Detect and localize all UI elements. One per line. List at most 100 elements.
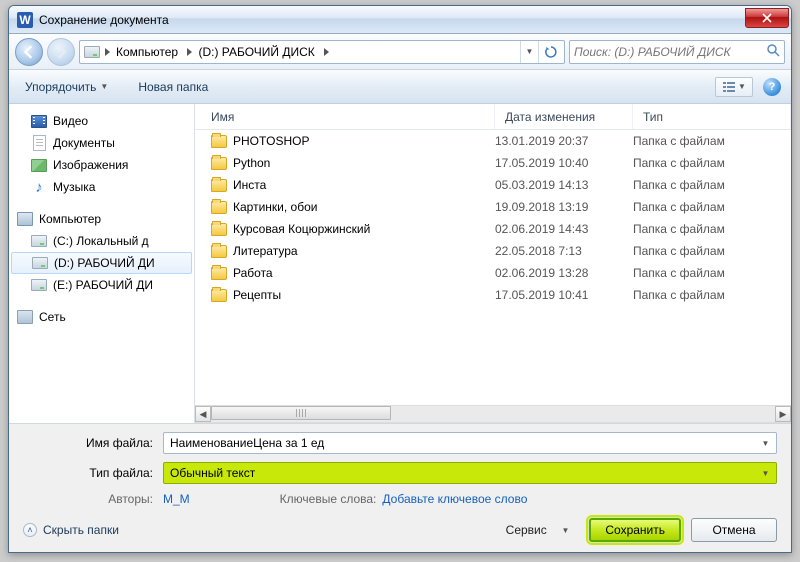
file-type: Папка с файлам: [633, 178, 791, 192]
svg-text:W: W: [19, 13, 31, 27]
search-box[interactable]: [569, 40, 785, 64]
music-icon: ♪: [31, 179, 47, 195]
file-name: Работа: [233, 266, 273, 280]
scroll-track[interactable]: [211, 406, 775, 422]
chevron-up-icon: ˄: [23, 523, 37, 537]
close-button[interactable]: [745, 8, 789, 28]
nav-back-button[interactable]: [15, 38, 43, 66]
save-dialog-window: W Сохранение документа Компьютер (D:) РА…: [8, 5, 792, 553]
file-name: Рецепты: [233, 288, 281, 302]
bottom-panel: Имя файла: НаименованиеЦена за 1 ед ▼ Ти…: [9, 423, 791, 552]
file-type: Папка с файлам: [633, 134, 791, 148]
list-view-icon: [722, 81, 736, 93]
dialog-body: Видео Документы Изображения ♪Музыка Комп…: [9, 104, 791, 423]
column-date-header[interactable]: Дата изменения: [495, 104, 633, 129]
table-row[interactable]: Инста 05.03.2019 14:13 Папка с файлам: [195, 174, 791, 196]
column-type-header[interactable]: Тип: [633, 104, 791, 129]
filename-value: НаименованиеЦена за 1 ед: [170, 436, 324, 450]
filetype-dropdown-icon[interactable]: ▼: [758, 466, 773, 481]
breadcrumb-computer[interactable]: Компьютер: [113, 41, 195, 63]
file-type: Папка с файлам: [633, 200, 791, 214]
hide-folders-button[interactable]: ˄ Скрыть папки: [23, 523, 119, 537]
scroll-thumb[interactable]: [211, 406, 391, 420]
file-date: 17.05.2019 10:41: [495, 288, 633, 302]
sidebar-item-videos[interactable]: Видео: [9, 110, 194, 132]
sidebar-item-pictures[interactable]: Изображения: [9, 154, 194, 176]
new-folder-button[interactable]: Новая папка: [132, 76, 214, 98]
folder-icon: [211, 223, 227, 236]
column-name-header[interactable]: Имя: [195, 104, 495, 129]
address-bar[interactable]: Компьютер (D:) РАБОЧИЙ ДИСК ▼: [79, 40, 565, 64]
sidebar-item-documents[interactable]: Документы: [9, 132, 194, 154]
file-name: Инста: [233, 178, 266, 192]
file-list[interactable]: PHOTOSHOP 13.01.2019 20:37 Папка с файла…: [195, 130, 791, 405]
filetype-label: Тип файла:: [23, 466, 163, 480]
breadcrumb-drive[interactable]: (D:) РАБОЧИЙ ДИСК: [195, 41, 332, 63]
folder-icon: [211, 157, 227, 170]
authors-label: Авторы:: [23, 492, 163, 506]
table-row[interactable]: PHOTOSHOP 13.01.2019 20:37 Папка с файла…: [195, 130, 791, 152]
nav-bar: Компьютер (D:) РАБОЧИЙ ДИСК ▼: [9, 34, 791, 70]
filename-field[interactable]: НаименованиеЦена за 1 ед ▼: [163, 432, 777, 454]
view-options-button[interactable]: ▼: [715, 77, 753, 97]
file-name: Курсовая Коцюржинский: [233, 222, 370, 236]
save-button[interactable]: Сохранить: [589, 518, 681, 542]
authors-value[interactable]: M_M: [163, 492, 190, 506]
file-date: 02.06.2019 13:28: [495, 266, 633, 280]
folder-icon: [211, 289, 227, 302]
file-date: 02.06.2019 14:43: [495, 222, 633, 236]
sidebar: Видео Документы Изображения ♪Музыка Комп…: [9, 104, 195, 423]
cancel-button[interactable]: Отмена: [691, 518, 777, 542]
folder-icon: [211, 201, 227, 214]
filetype-field[interactable]: Обычный текст ▼: [163, 462, 777, 484]
table-row[interactable]: Рецепты 17.05.2019 10:41 Папка с файлам: [195, 284, 791, 306]
folder-icon: [211, 245, 227, 258]
scroll-left-button[interactable]: ◀: [195, 406, 211, 422]
tools-menu[interactable]: Сервис ▼: [506, 523, 570, 537]
nav-forward-button[interactable]: [47, 38, 75, 66]
file-date: 17.05.2019 10:40: [495, 156, 633, 170]
breadcrumb-sep[interactable]: [102, 41, 113, 63]
filename-dropdown-icon[interactable]: ▼: [758, 436, 773, 451]
file-name: Картинки, обои: [233, 200, 317, 214]
keywords-label: Ключевые слова:: [280, 492, 383, 506]
file-type: Папка с файлам: [633, 244, 791, 258]
filename-label: Имя файла:: [23, 436, 163, 450]
file-date: 13.01.2019 20:37: [495, 134, 633, 148]
sidebar-item-network[interactable]: Сеть: [9, 306, 194, 328]
filetype-value: Обычный текст: [170, 466, 255, 480]
horizontal-scrollbar[interactable]: ◀ ▶: [195, 405, 791, 423]
keywords-value[interactable]: Добавьте ключевое слово: [382, 492, 527, 506]
table-row[interactable]: Курсовая Коцюржинский 02.06.2019 14:43 П…: [195, 218, 791, 240]
table-row[interactable]: Литература 22.05.2018 7:13 Папка с файла…: [195, 240, 791, 262]
sidebar-item-drive-e[interactable]: (E:) РАБОЧИЙ ДИ: [9, 274, 194, 296]
file-type: Папка с файлам: [633, 222, 791, 236]
table-row[interactable]: Работа 02.06.2019 13:28 Папка с файлам: [195, 262, 791, 284]
scroll-right-button[interactable]: ▶: [775, 406, 791, 422]
file-type: Папка с файлам: [633, 288, 791, 302]
help-button[interactable]: ?: [763, 78, 781, 96]
drive-icon: [82, 46, 102, 58]
file-date: 19.09.2018 13:19: [495, 200, 633, 214]
table-row[interactable]: Python 17.05.2019 10:40 Папка с файлам: [195, 152, 791, 174]
address-dropdown-button[interactable]: ▼: [520, 41, 538, 63]
sidebar-item-drive-d[interactable]: (D:) РАБОЧИЙ ДИ: [11, 252, 192, 274]
folder-icon: [211, 179, 227, 192]
organize-menu[interactable]: Упорядочить ▼: [19, 76, 114, 98]
search-input[interactable]: [574, 45, 762, 59]
folder-icon: [211, 135, 227, 148]
sidebar-item-music[interactable]: ♪Музыка: [9, 176, 194, 198]
folder-icon: [211, 267, 227, 280]
sidebar-item-drive-c[interactable]: (C:) Локальный д: [9, 230, 194, 252]
titlebar[interactable]: W Сохранение документа: [9, 6, 791, 34]
file-date: 05.03.2019 14:13: [495, 178, 633, 192]
file-type: Папка с файлам: [633, 156, 791, 170]
file-area: Имя Дата изменения Тип PHOTOSHOP 13.01.2…: [195, 104, 791, 423]
table-row[interactable]: Картинки, обои 19.09.2018 13:19 Папка с …: [195, 196, 791, 218]
refresh-button[interactable]: [538, 41, 562, 63]
sidebar-item-computer[interactable]: Компьютер: [9, 208, 194, 230]
file-name: Литература: [233, 244, 298, 258]
window-title: Сохранение документа: [39, 13, 745, 27]
search-icon: [766, 43, 780, 60]
file-name: Python: [233, 156, 270, 170]
